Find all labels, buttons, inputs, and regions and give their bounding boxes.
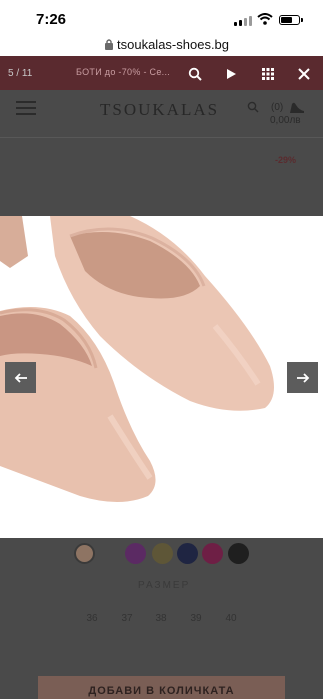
size-option[interactable]: 40 xyxy=(220,609,242,629)
size-option[interactable]: 36 xyxy=(81,609,103,629)
previous-image-button[interactable] xyxy=(5,362,36,393)
thumbnails-button[interactable] xyxy=(255,62,281,86)
shoe-cart-icon[interactable] xyxy=(288,100,306,114)
cart-total[interactable]: 0,00лв xyxy=(270,115,301,126)
close-icon xyxy=(298,68,310,80)
header-search-icon[interactable] xyxy=(247,101,259,113)
status-time: 7:26 xyxy=(36,11,67,28)
add-to-cart-label: ДОБАВИ В КОЛИЧКАТА xyxy=(88,685,235,697)
site-logo[interactable]: TSOUKALAS xyxy=(100,100,219,120)
status-bar: 7:26 xyxy=(0,0,323,34)
promo-text: БОТИ до -70% - Се... xyxy=(76,67,171,77)
zoom-button[interactable] xyxy=(182,62,208,86)
product-image[interactable] xyxy=(0,216,323,538)
arrow-right-icon xyxy=(296,372,309,383)
battery-icon xyxy=(279,15,300,25)
gallery-counter: 5 / 11 xyxy=(8,68,33,79)
color-swatch[interactable] xyxy=(202,543,223,564)
size-option[interactable]: 38 xyxy=(150,609,172,629)
next-image-button[interactable] xyxy=(287,362,318,393)
menu-icon[interactable] xyxy=(16,101,36,115)
search-icon xyxy=(188,67,202,81)
discount-badge: -29% xyxy=(275,155,297,165)
color-swatch[interactable] xyxy=(177,543,198,564)
browser-url-bar[interactable]: tsoukalas-shoes.bg xyxy=(0,34,323,56)
size-label: РАЗМЕР xyxy=(138,580,191,591)
grid-icon xyxy=(262,68,274,80)
play-icon xyxy=(227,69,236,79)
close-gallery-button[interactable] xyxy=(291,62,317,86)
shoe-photo xyxy=(0,216,274,502)
add-to-cart-button[interactable]: ДОБАВИ В КОЛИЧКАТА xyxy=(38,676,285,699)
arrow-left-icon xyxy=(14,372,27,383)
wifi-icon xyxy=(257,13,273,25)
color-swatch[interactable] xyxy=(152,543,173,564)
size-option[interactable]: 39 xyxy=(185,609,207,629)
lock-icon xyxy=(105,39,113,50)
color-swatch[interactable] xyxy=(228,543,249,564)
color-swatch[interactable] xyxy=(74,543,95,564)
slideshow-button[interactable] xyxy=(218,62,244,86)
size-option[interactable]: 37 xyxy=(116,609,138,629)
site-header: TSOUKALAS (0) 0,00лв xyxy=(0,90,323,138)
url-text: tsoukalas-shoes.bg xyxy=(117,37,230,52)
cart-count[interactable]: (0) xyxy=(271,102,283,113)
cellular-signal-icon xyxy=(234,15,252,26)
color-swatch[interactable] xyxy=(125,543,146,564)
